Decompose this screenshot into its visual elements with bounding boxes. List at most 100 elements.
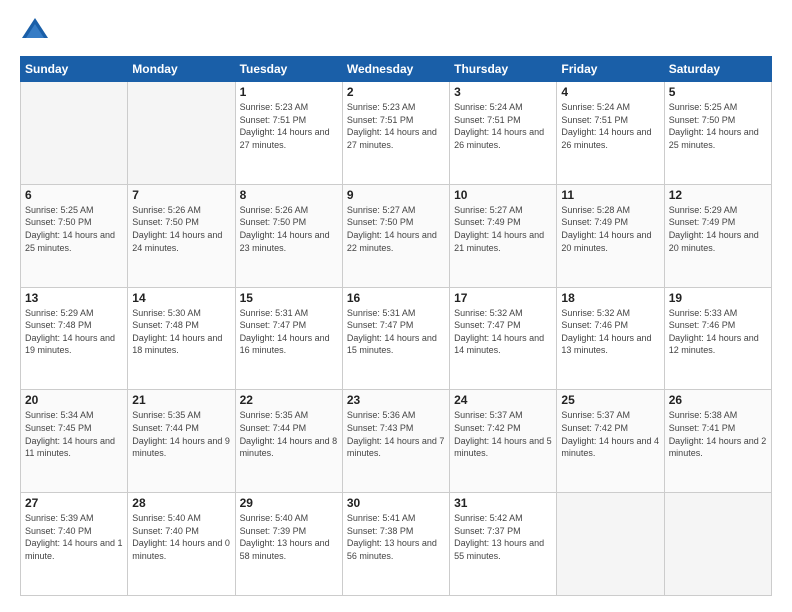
day-number: 11 [561, 188, 659, 202]
calendar-cell: 26Sunrise: 5:38 AMSunset: 7:41 PMDayligh… [664, 390, 771, 493]
header [20, 16, 772, 46]
calendar-cell: 12 Sunrise: 5:29 AMSunset: 7:49 PMDayligh… [664, 184, 771, 287]
day-number: 14 [132, 291, 230, 305]
day-info: Sunrise: 5:24 AMSunset: 7:51 PMDaylight:… [454, 101, 552, 151]
day-info: Sunrise: 5:37 AMSunset: 7:42 PMDaylight:… [454, 409, 552, 459]
day-number: 20 [25, 393, 123, 407]
calendar-cell: 13 Sunrise: 5:29 AMSunset: 7:48 PMDayligh… [21, 287, 128, 390]
calendar-cell: 19Sunrise: 5:33 AMSunset: 7:46 PMDayligh… [664, 287, 771, 390]
day-number: 17 [454, 291, 552, 305]
day-info: Sunrise: 5:35 AMSunset: 7:44 PMDaylight:… [240, 409, 338, 459]
day-number: 29 [240, 496, 338, 510]
day-number: 19 [669, 291, 767, 305]
day-info: Sunrise: 5:30 AMSunset: 7:48 PMDaylight:… [132, 307, 230, 357]
calendar-cell: 14 Sunrise: 5:30 AMSunset: 7:48 PMDayligh… [128, 287, 235, 390]
week-row-5: 27 Sunrise: 5:39 AMSunset: 7:40 PMDayligh… [21, 493, 772, 596]
day-number: 5 [669, 85, 767, 99]
day-number: 31 [454, 496, 552, 510]
calendar-cell: 22 Sunrise: 5:35 AMSunset: 7:44 PMDayligh… [235, 390, 342, 493]
day-info: Sunrise: 5:24 AMSunset: 7:51 PMDaylight:… [561, 101, 659, 151]
day-number: 10 [454, 188, 552, 202]
calendar-cell: 8 Sunrise: 5:26 AMSunset: 7:50 PMDaylight… [235, 184, 342, 287]
day-number: 22 [240, 393, 338, 407]
week-row-1: 1 Sunrise: 5:23 AMSunset: 7:51 PMDaylight… [21, 82, 772, 185]
day-number: 25 [561, 393, 659, 407]
weekday-header-thursday: Thursday [450, 57, 557, 82]
day-number: 27 [25, 496, 123, 510]
day-number: 2 [347, 85, 445, 99]
calendar-cell: 25 Sunrise: 5:37 AMSunset: 7:42 PMDayligh… [557, 390, 664, 493]
calendar-cell: 3 Sunrise: 5:24 AMSunset: 7:51 PMDaylight… [450, 82, 557, 185]
calendar-cell [557, 493, 664, 596]
day-info: Sunrise: 5:39 AMSunset: 7:40 PMDaylight:… [25, 512, 123, 562]
calendar-cell: 31 Sunrise: 5:42 AMSunset: 7:37 PMDayligh… [450, 493, 557, 596]
calendar-cell: 4 Sunrise: 5:24 AMSunset: 7:51 PMDaylight… [557, 82, 664, 185]
weekday-header-saturday: Saturday [664, 57, 771, 82]
day-number: 4 [561, 85, 659, 99]
weekday-header-sunday: Sunday [21, 57, 128, 82]
day-info: Sunrise: 5:40 AMSunset: 7:39 PMDaylight:… [240, 512, 338, 562]
calendar-cell: 18 Sunrise: 5:32 AMSunset: 7:46 PMDayligh… [557, 287, 664, 390]
day-number: 24 [454, 393, 552, 407]
day-info: Sunrise: 5:31 AMSunset: 7:47 PMDaylight:… [240, 307, 338, 357]
day-info: Sunrise: 5:25 AMSunset: 7:50 PMDaylight:… [25, 204, 123, 254]
day-info: Sunrise: 5:37 AMSunset: 7:42 PMDaylight:… [561, 409, 659, 459]
day-number: 28 [132, 496, 230, 510]
calendar-cell [21, 82, 128, 185]
week-row-4: 20 Sunrise: 5:34 AMSunset: 7:45 PMDayligh… [21, 390, 772, 493]
day-number: 23 [347, 393, 445, 407]
day-number: 12 [669, 188, 767, 202]
calendar-cell: 7Sunrise: 5:26 AMSunset: 7:50 PMDaylight… [128, 184, 235, 287]
day-number: 8 [240, 188, 338, 202]
weekday-header-tuesday: Tuesday [235, 57, 342, 82]
calendar-cell [128, 82, 235, 185]
day-info: Sunrise: 5:26 AMSunset: 7:50 PMDaylight:… [132, 204, 230, 254]
calendar-cell: 1Sunrise: 5:23 AMSunset: 7:51 PMDaylight… [235, 82, 342, 185]
day-info: Sunrise: 5:42 AMSunset: 7:37 PMDaylight:… [454, 512, 552, 562]
day-info: Sunrise: 5:35 AMSunset: 7:44 PMDaylight:… [132, 409, 230, 459]
weekday-header-monday: Monday [128, 57, 235, 82]
day-info: Sunrise: 5:36 AMSunset: 7:43 PMDaylight:… [347, 409, 445, 459]
weekday-header-row: SundayMondayTuesdayWednesdayThursdayFrid… [21, 57, 772, 82]
calendar-cell: 11 Sunrise: 5:28 AMSunset: 7:49 PMDayligh… [557, 184, 664, 287]
week-row-2: 6 Sunrise: 5:25 AMSunset: 7:50 PMDaylight… [21, 184, 772, 287]
day-info: Sunrise: 5:34 AMSunset: 7:45 PMDaylight:… [25, 409, 123, 459]
calendar-cell: 9Sunrise: 5:27 AMSunset: 7:50 PMDaylight… [342, 184, 449, 287]
calendar-cell: 16 Sunrise: 5:31 AMSunset: 7:47 PMDayligh… [342, 287, 449, 390]
day-number: 6 [25, 188, 123, 202]
day-number: 3 [454, 85, 552, 99]
day-number: 15 [240, 291, 338, 305]
logo [20, 16, 54, 46]
day-number: 18 [561, 291, 659, 305]
day-info: Sunrise: 5:29 AMSunset: 7:48 PMDaylight:… [25, 307, 123, 357]
calendar-cell: 20 Sunrise: 5:34 AMSunset: 7:45 PMDayligh… [21, 390, 128, 493]
calendar-cell: 27 Sunrise: 5:39 AMSunset: 7:40 PMDayligh… [21, 493, 128, 596]
day-number: 21 [132, 393, 230, 407]
day-info: Sunrise: 5:28 AMSunset: 7:49 PMDaylight:… [561, 204, 659, 254]
weekday-header-wednesday: Wednesday [342, 57, 449, 82]
calendar-table: SundayMondayTuesdayWednesdayThursdayFrid… [20, 56, 772, 596]
day-number: 9 [347, 188, 445, 202]
day-info: Sunrise: 5:31 AMSunset: 7:47 PMDaylight:… [347, 307, 445, 357]
day-number: 30 [347, 496, 445, 510]
day-info: Sunrise: 5:27 AMSunset: 7:49 PMDaylight:… [454, 204, 552, 254]
week-row-3: 13 Sunrise: 5:29 AMSunset: 7:48 PMDayligh… [21, 287, 772, 390]
day-number: 1 [240, 85, 338, 99]
calendar-cell: 24 Sunrise: 5:37 AMSunset: 7:42 PMDayligh… [450, 390, 557, 493]
day-info: Sunrise: 5:25 AMSunset: 7:50 PMDaylight:… [669, 101, 767, 151]
logo-icon [20, 16, 50, 46]
day-info: Sunrise: 5:38 AMSunset: 7:41 PMDaylight:… [669, 409, 767, 459]
day-info: Sunrise: 5:41 AMSunset: 7:38 PMDaylight:… [347, 512, 445, 562]
calendar-cell: 15 Sunrise: 5:31 AMSunset: 7:47 PMDayligh… [235, 287, 342, 390]
calendar-cell: 2 Sunrise: 5:23 AMSunset: 7:51 PMDaylight… [342, 82, 449, 185]
calendar-cell: 28 Sunrise: 5:40 AMSunset: 7:40 PMDayligh… [128, 493, 235, 596]
day-number: 16 [347, 291, 445, 305]
day-info: Sunrise: 5:40 AMSunset: 7:40 PMDaylight:… [132, 512, 230, 562]
day-info: Sunrise: 5:32 AMSunset: 7:46 PMDaylight:… [561, 307, 659, 357]
calendar-cell: 10 Sunrise: 5:27 AMSunset: 7:49 PMDayligh… [450, 184, 557, 287]
day-info: Sunrise: 5:26 AMSunset: 7:50 PMDaylight:… [240, 204, 338, 254]
day-info: Sunrise: 5:23 AMSunset: 7:51 PMDaylight:… [347, 101, 445, 151]
calendar-cell: 17Sunrise: 5:32 AMSunset: 7:47 PMDayligh… [450, 287, 557, 390]
day-number: 13 [25, 291, 123, 305]
day-info: Sunrise: 5:29 AMSunset: 7:49 PMDaylight:… [669, 204, 767, 254]
